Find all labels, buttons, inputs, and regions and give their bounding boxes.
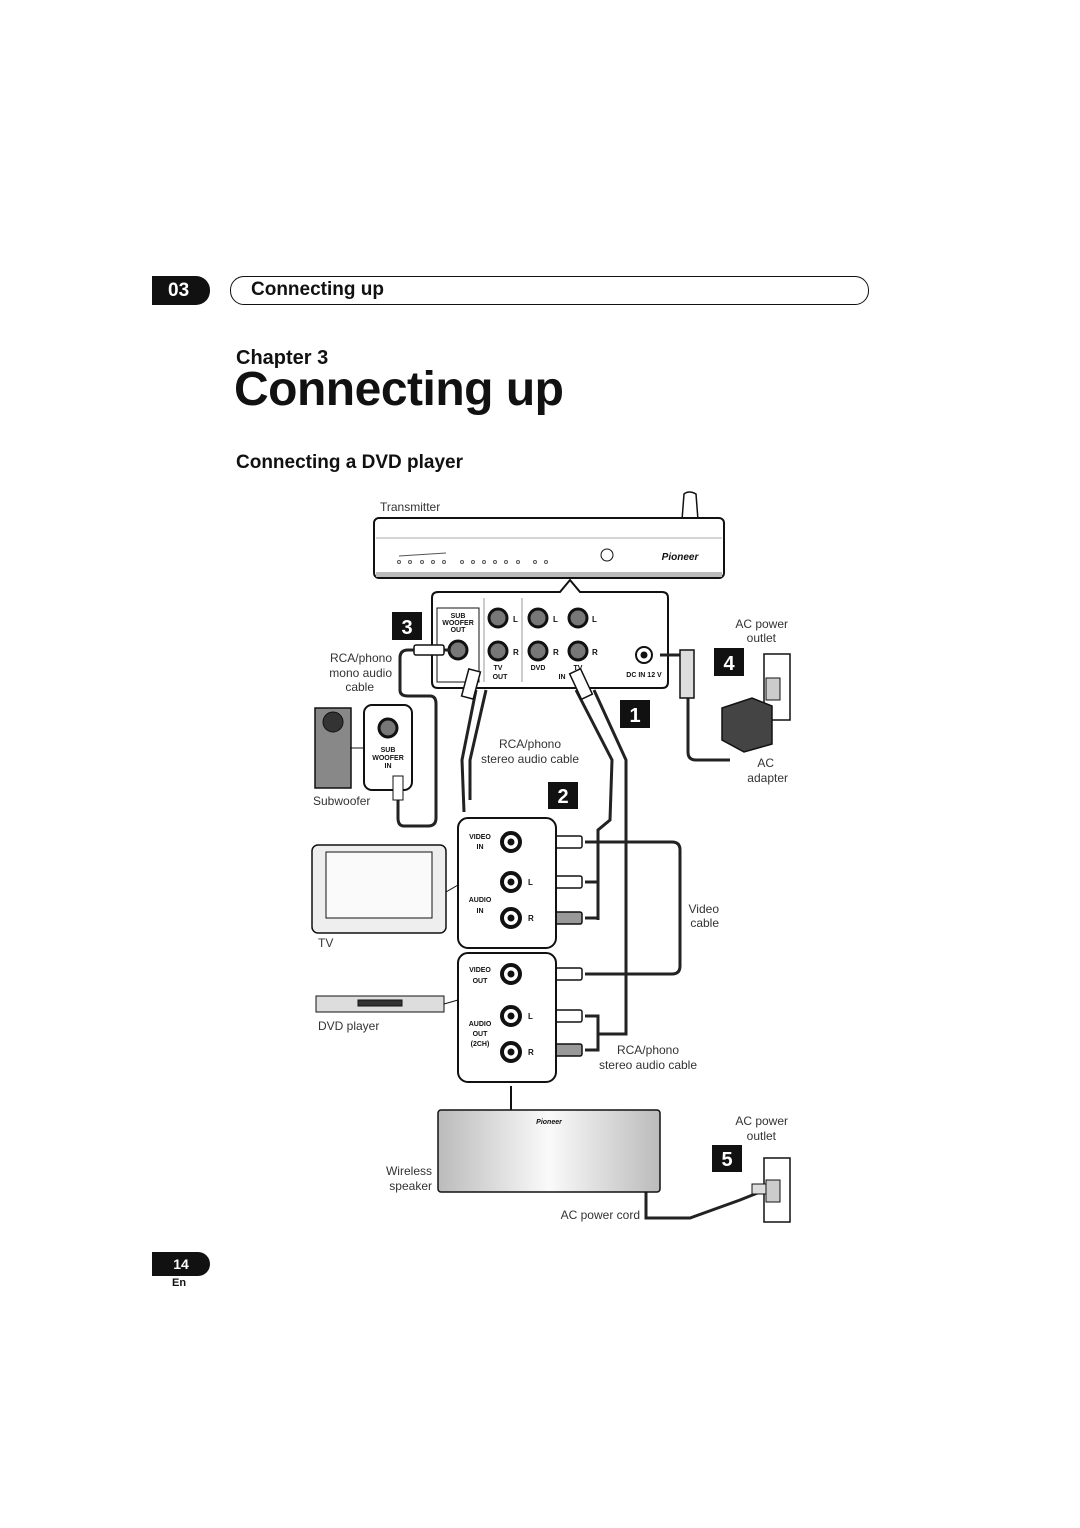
svg-text:RCA/phono: RCA/phono [617, 1043, 679, 1057]
svg-text:OUT: OUT [451, 627, 467, 634]
sub-woofer-out-jack [447, 639, 469, 661]
svg-text:DVD player: DVD player [318, 1019, 379, 1033]
dvd-in-r-jack [527, 640, 549, 662]
svg-text:R: R [528, 914, 534, 923]
svg-text:1: 1 [629, 705, 640, 727]
plug-icon [751, 1183, 767, 1195]
tv-in-l-jack [567, 607, 589, 629]
svg-text:L: L [592, 615, 597, 624]
svg-text:outlet: outlet [747, 1129, 777, 1143]
svg-text:VIDEO: VIDEO [469, 967, 491, 974]
wireless-speaker: Pioneer [437, 1086, 661, 1193]
svg-text:SUB: SUB [451, 613, 466, 620]
svg-text:L: L [528, 878, 533, 887]
svg-text:OUT: OUT [493, 674, 509, 681]
svg-text:IN: IN [477, 844, 484, 851]
svg-text:4: 4 [723, 653, 735, 675]
svg-text:IN: IN [477, 908, 484, 915]
svg-text:AC: AC [757, 756, 774, 770]
svg-text:L: L [528, 1012, 533, 1021]
language-label: En [172, 1277, 187, 1289]
svg-text:R: R [592, 648, 598, 657]
svg-text:OUT: OUT [473, 1031, 489, 1038]
svg-text:RCA/phono: RCA/phono [330, 651, 392, 665]
svg-text:DC IN 12 V: DC IN 12 V [626, 672, 662, 679]
svg-text:RCA/phono: RCA/phono [499, 737, 561, 751]
dvd-in-l-jack [527, 607, 549, 629]
svg-text:R: R [528, 1048, 534, 1057]
svg-text:IN: IN [385, 763, 392, 770]
tv-out-r-jack [487, 640, 509, 662]
antenna-icon [681, 491, 699, 521]
dvd-output-panel: VIDEO OUT AUDIO OUT (2CH) L R [457, 952, 557, 1083]
svg-text:TV: TV [318, 936, 333, 950]
svg-text:(2CH): (2CH) [471, 1041, 490, 1048]
dvd-player [315, 995, 459, 1013]
svg-text:AC power: AC power [735, 1114, 788, 1128]
svg-text:WOOFER: WOOFER [442, 620, 474, 627]
svg-text:stereo audio cable: stereo audio cable [481, 752, 579, 766]
speaker-pioneer-logo: Pioneer [536, 1119, 563, 1126]
svg-text:5: 5 [721, 1149, 732, 1171]
svg-text:3: 3 [401, 617, 412, 639]
ac-outlet-bottom [751, 1157, 791, 1223]
svg-text:AC power cord: AC power cord [561, 1208, 640, 1222]
tv [311, 844, 459, 934]
tv-out-l-jack [487, 607, 509, 629]
tv-in-r-jack [567, 640, 589, 662]
svg-text:OUT: OUT [473, 978, 489, 985]
page-number: 14 [152, 1252, 210, 1276]
svg-text:L: L [553, 615, 558, 624]
svg-text:IN: IN [559, 674, 566, 681]
svg-text:Wireless: Wireless [386, 1164, 432, 1178]
svg-text:SUB: SUB [381, 747, 396, 754]
transmitter-label: Transmitter [380, 500, 440, 514]
svg-text:2: 2 [557, 786, 568, 808]
ac-power-cord [644, 1190, 761, 1220]
svg-text:mono audio: mono audio [329, 666, 392, 680]
tv-input-panel: VIDEO IN AUDIO IN L R [457, 817, 557, 949]
svg-text:cable: cable [345, 680, 374, 694]
svg-text:TV: TV [494, 665, 503, 672]
svg-text:Video: Video [689, 902, 720, 916]
svg-text:Subwoofer: Subwoofer [313, 794, 370, 808]
svg-text:stereo audio cable: stereo audio cable [599, 1058, 697, 1072]
svg-text:WOOFER: WOOFER [372, 755, 404, 762]
ac-adapter [721, 697, 773, 753]
svg-text:L: L [513, 615, 518, 624]
svg-text:DVD: DVD [531, 665, 546, 672]
svg-text:AUDIO: AUDIO [469, 897, 492, 904]
connection-diagram: Pioneer Transmitter SUB WOOFER OUT L R L… [311, 491, 791, 1223]
svg-text:R: R [553, 648, 559, 657]
subwoofer: SUB WOOFER IN [314, 704, 413, 801]
svg-text:cable: cable [690, 916, 719, 930]
svg-text:VIDEO: VIDEO [469, 834, 491, 841]
svg-text:speaker: speaker [389, 1179, 432, 1193]
svg-text:R: R [513, 648, 519, 657]
svg-text:AC power: AC power [735, 617, 788, 631]
svg-text:adapter: adapter [747, 771, 788, 785]
svg-text:AUDIO: AUDIO [469, 1021, 492, 1028]
svg-text:outlet: outlet [747, 631, 777, 645]
pioneer-logo: Pioneer [662, 552, 700, 563]
